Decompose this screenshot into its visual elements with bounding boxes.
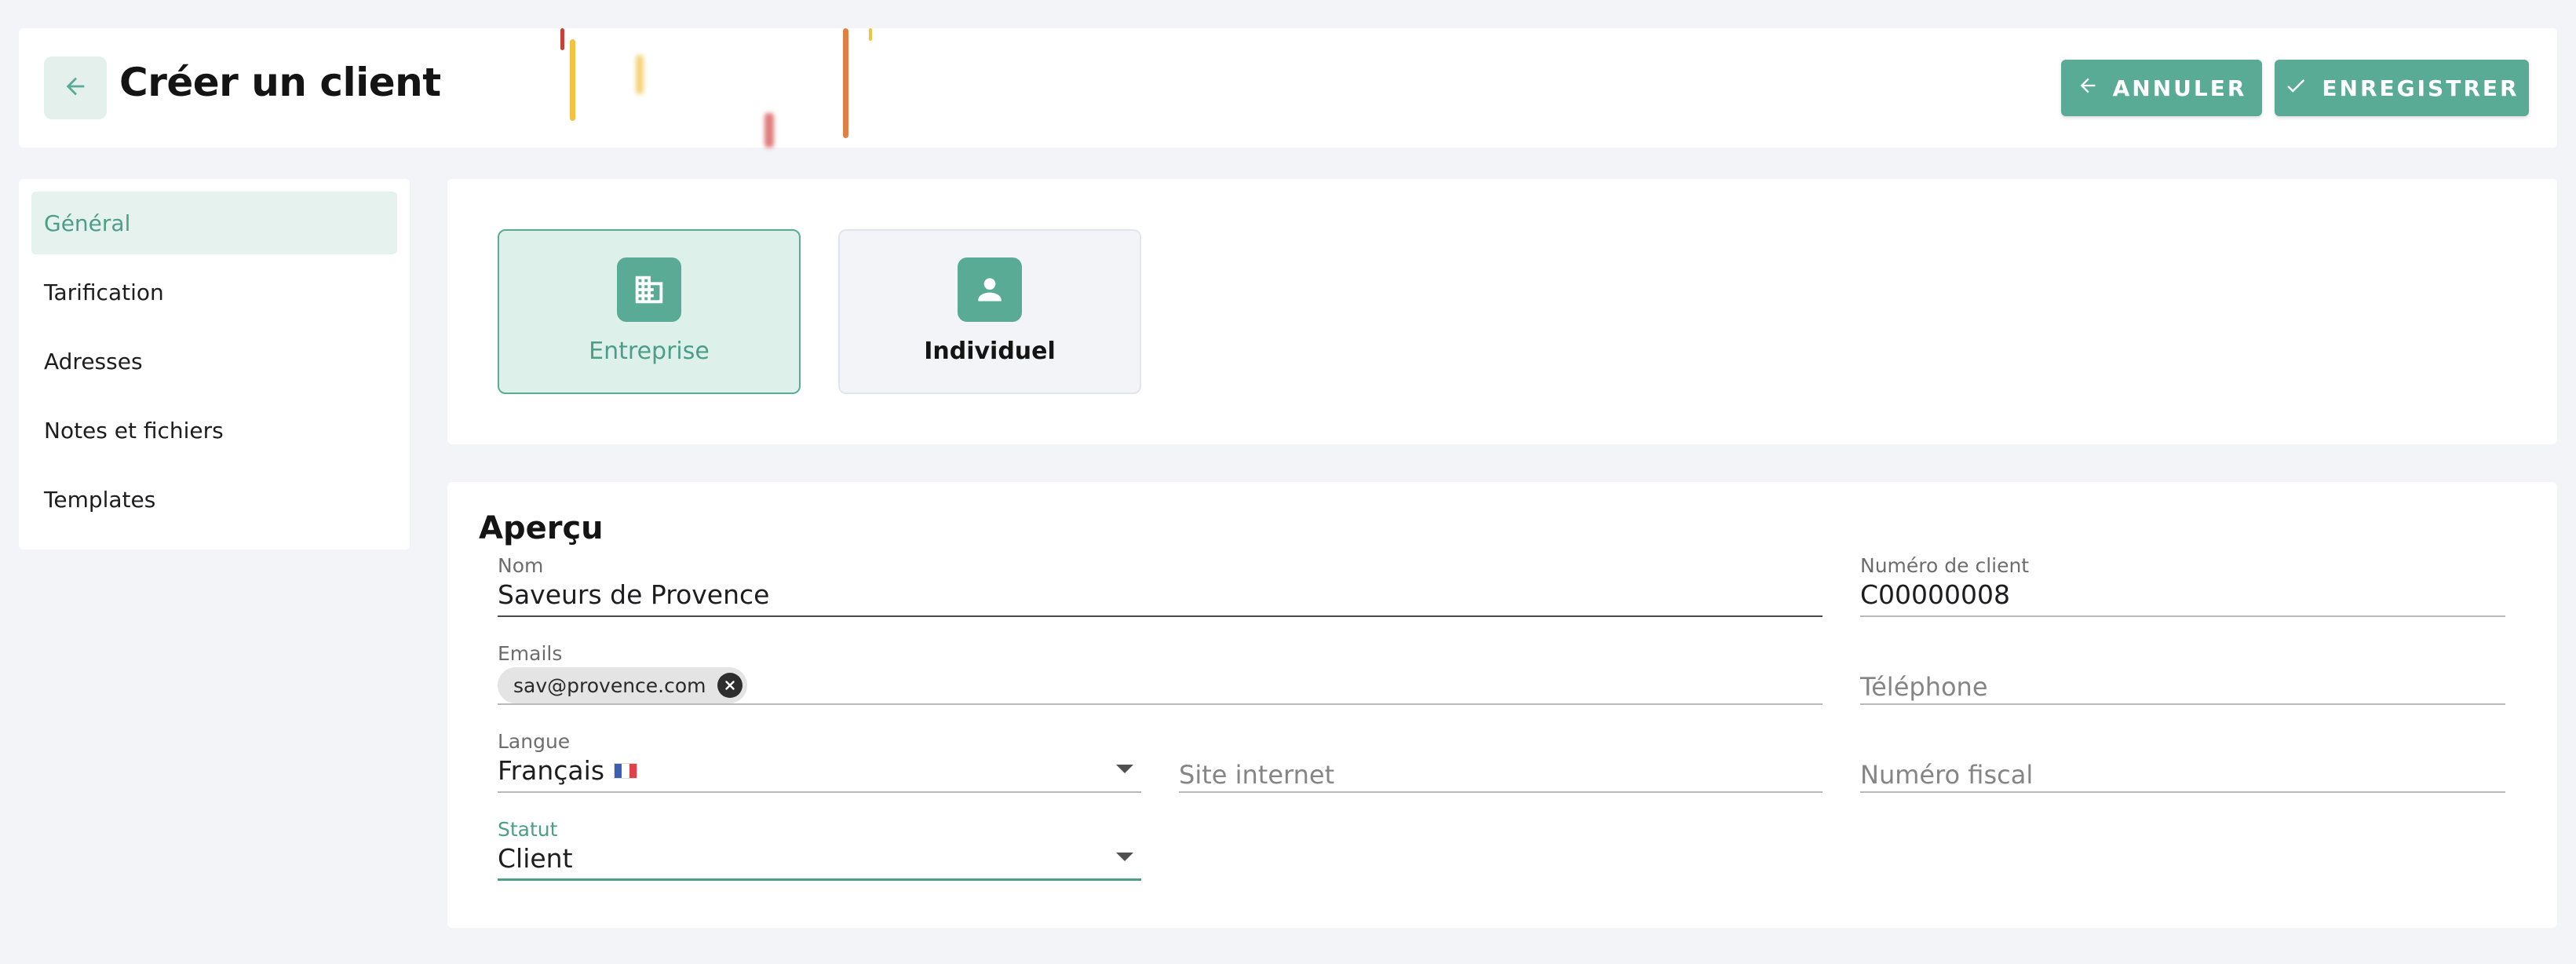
arrow-left-icon [2077,75,2099,102]
save-button-label: ENREGISTRER [2322,75,2519,101]
website-field[interactable]: Site internet [1179,730,1823,793]
type-option-individuel[interactable]: Individuel [838,229,1141,394]
phone-field[interactable]: Téléphone [1860,642,2505,705]
email-chip-label: sav@provence.com [513,674,706,697]
emails-label: Emails [498,642,563,665]
tax-number-placeholder: Numéro fiscal [1860,760,2034,790]
arrow-left-icon [62,73,89,103]
decorative-stroke [636,55,644,94]
decorative-stroke [843,28,848,138]
language-select[interactable]: Langue Français [498,730,1141,793]
sidebar-item-adresses[interactable]: Adresses [31,330,397,393]
back-button[interactable] [44,57,107,119]
section-title: Aperçu [479,510,604,546]
fr-flag-icon [614,762,638,779]
save-button[interactable]: ENREGISTRER [2275,60,2529,116]
language-label: Langue [498,730,571,753]
decorative-stroke [764,113,774,148]
decorative-stroke [570,39,575,121]
sidebar-item-tarification[interactable]: Tarification [31,261,397,323]
name-field[interactable]: Nom Saveurs de Provence [498,554,1823,617]
status-label: Statut [498,818,558,841]
client-number-field[interactable]: Numéro de client C00000008 [1860,554,2505,617]
sidebar-item-general[interactable]: Général [31,192,397,254]
language-value-group: Français [498,755,638,786]
chevron-down-icon [1116,765,1133,773]
tax-number-field[interactable]: Numéro fiscal [1860,730,2505,793]
sidebar-nav: Général Tarification Adresses Notes et f… [19,179,410,550]
type-option-label: Individuel [924,338,1056,365]
name-label: Nom [498,554,544,577]
cancel-button-label: ANNULER [2112,75,2247,101]
cancel-button[interactable]: ANNULER [2061,60,2262,116]
emails-field[interactable]: Emails sav@provence.com [498,642,1823,705]
type-option-label: Entreprise [589,338,710,365]
name-value: Saveurs de Provence [498,579,770,610]
language-value: Français [498,755,605,786]
client-type-card: Entreprise Individuel [447,179,2557,444]
check-icon [2284,74,2308,103]
sidebar-item-templates[interactable]: Templates [31,468,397,531]
type-option-entreprise[interactable]: Entreprise [498,229,801,394]
page-header: Créer un client ANNULER ENREGISTRER [19,28,2557,148]
chevron-down-icon [1116,853,1133,861]
page-title: Créer un client [119,60,441,105]
decorative-stroke [869,28,872,41]
building-icon [617,257,681,322]
email-chip[interactable]: sav@provence.com [498,667,747,703]
close-icon[interactable] [717,673,743,698]
status-value: Client [498,843,573,874]
website-placeholder: Site internet [1179,760,1335,790]
status-select[interactable]: Statut Client [498,818,1141,881]
person-icon [958,257,1022,322]
decorative-stroke [560,28,564,50]
overview-card: Aperçu Nom Saveurs de Provence Numéro de… [447,482,2557,928]
sidebar-item-notes[interactable]: Notes et fichiers [31,399,397,462]
phone-placeholder: Téléphone [1860,672,1988,702]
client-number-value: C00000008 [1860,579,2011,610]
client-number-label: Numéro de client [1860,554,2030,577]
